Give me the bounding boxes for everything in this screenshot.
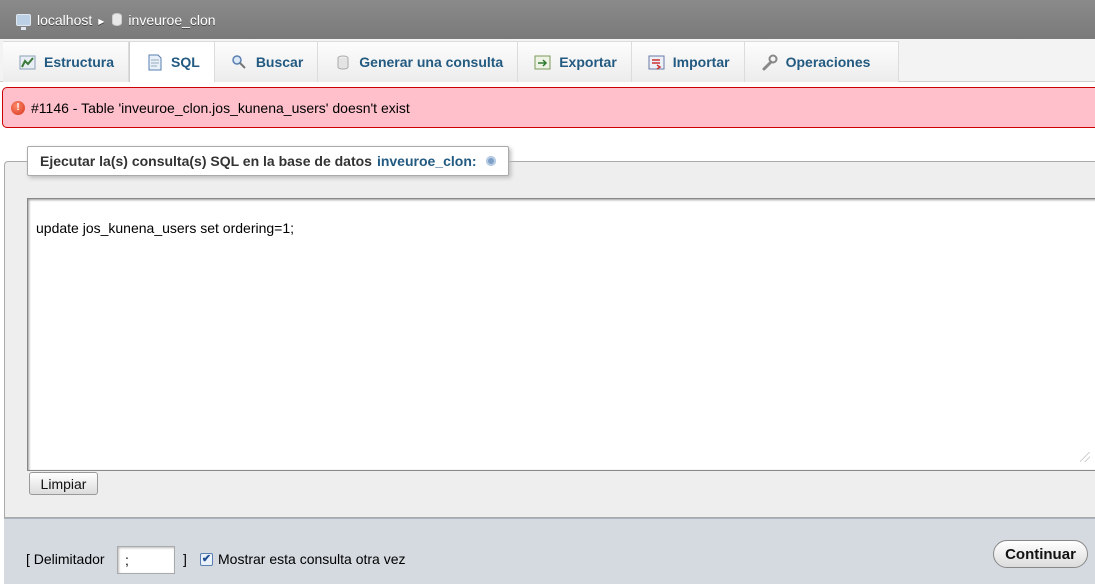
tab-sql[interactable]: SQL (129, 41, 215, 82)
breadcrumb-arrow-icon: ▶ (98, 17, 105, 26)
tab-label: Exportar (559, 54, 617, 70)
tab-buscar[interactable]: Buscar (214, 41, 319, 82)
tab-bar: Estructura SQL Buscar Generar una consul… (0, 39, 1095, 82)
error-text: #1146 - Table 'inveuroe_clon.jos_kunena_… (31, 99, 410, 116)
tab-exportar[interactable]: Exportar (518, 41, 632, 82)
database-icon (112, 13, 123, 26)
tab-operaciones[interactable]: Operaciones (744, 41, 900, 82)
export-icon (534, 54, 551, 71)
clear-button[interactable]: Limpiar (29, 472, 98, 495)
sql-icon (146, 54, 163, 71)
breadcrumb: localhost ▶ inveuroe_clon (0, 0, 1095, 39)
tab-label: Buscar (255, 54, 304, 70)
sql-query-textarea[interactable]: update jos_kunena_users set ordering=1; (27, 198, 1095, 471)
breadcrumb-database[interactable]: inveuroe_clon (112, 12, 216, 28)
breadcrumb-server[interactable]: localhost (16, 12, 92, 30)
legend-text: Ejecutar la(s) consulta(s) SQL en la bas… (40, 153, 372, 169)
show-query-again-checkbox[interactable]: ✔ (200, 553, 213, 566)
search-icon (231, 54, 248, 71)
structure-icon (19, 54, 36, 71)
tab-generar-consulta[interactable]: Generar una consulta (318, 41, 519, 82)
tab-label: SQL (171, 54, 200, 70)
breadcrumb-server-label[interactable]: localhost (37, 12, 92, 28)
delimiter-label: [ Delimitador (26, 551, 105, 567)
import-icon (648, 54, 665, 71)
delimiter-input[interactable]: ; (117, 546, 175, 574)
wrench-icon (761, 54, 778, 71)
server-icon (16, 13, 31, 30)
delimiter-close-bracket: ] (183, 551, 187, 567)
error-icon: ! (11, 100, 25, 115)
legend-database-link[interactable]: inveuroe_clon: (377, 153, 477, 169)
tab-label: Estructura (44, 54, 115, 70)
resize-handle-icon[interactable] (1080, 452, 1090, 462)
sql-query-text: update jos_kunena_users set ordering=1; (36, 220, 295, 236)
tab-label: Operaciones (785, 54, 871, 70)
query-icon (334, 54, 351, 71)
show-query-again-label[interactable]: Mostrar esta consulta otra vez (218, 551, 406, 567)
tab-label: Generar una consulta (359, 54, 504, 70)
sql-fieldset-legend: Ejecutar la(s) consulta(s) SQL en la bas… (27, 146, 509, 176)
help-icon[interactable] (485, 156, 496, 166)
error-message: ! #1146 - Table 'inveuroe_clon.jos_kunen… (2, 87, 1095, 128)
continue-button[interactable]: Continuar (993, 540, 1088, 568)
tab-estructura[interactable]: Estructura (3, 41, 130, 82)
tab-label: Importar (672, 54, 730, 70)
tab-importar[interactable]: Importar (631, 41, 745, 82)
breadcrumb-database-label[interactable]: inveuroe_clon (128, 12, 215, 28)
